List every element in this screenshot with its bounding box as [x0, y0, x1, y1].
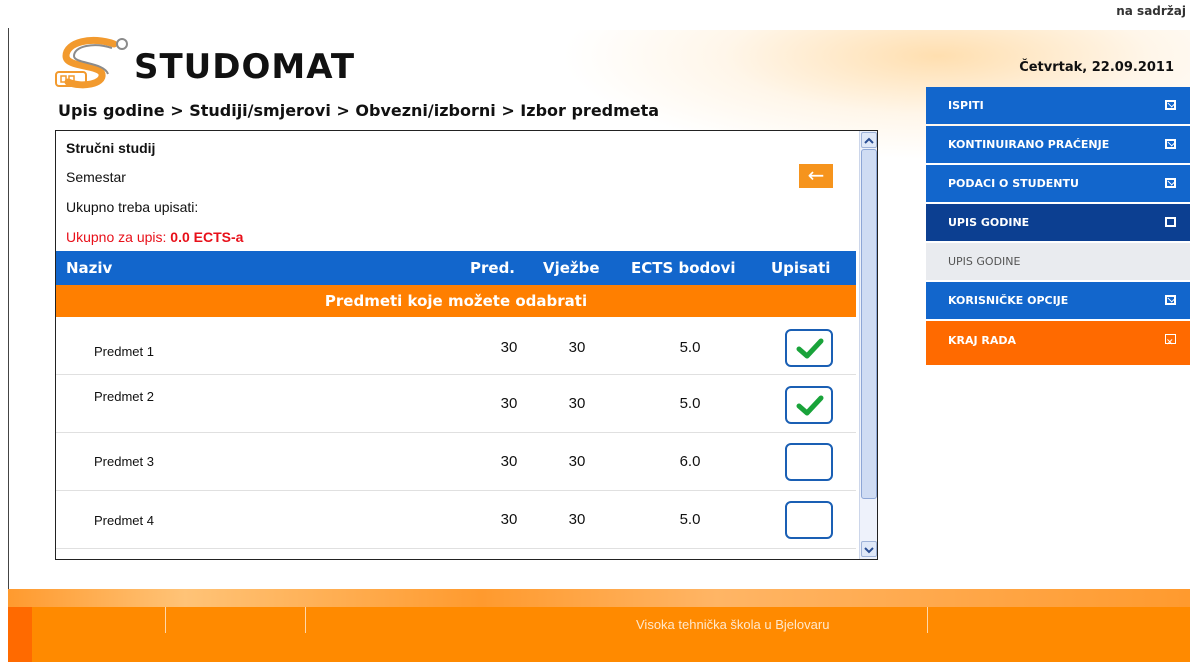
footer-divider — [305, 607, 306, 633]
close-icon — [1165, 323, 1176, 363]
table-row: Predmet 1 30 30 5.0 — [56, 317, 856, 375]
column-name-header: Naziv — [66, 259, 113, 277]
arrow-left-icon: ← — [807, 163, 825, 187]
current-date: Četvrtak, 22.09.2011 — [1019, 60, 1174, 75]
total-required-label: Ukupno treba upisati: — [66, 199, 199, 215]
lectures-hours: 30 — [500, 339, 518, 356]
study-type-label: Stručni studij — [66, 140, 156, 156]
menu-item-kraj-rada[interactable]: KRAJ RADA — [926, 321, 1190, 365]
menu-item-podaci-o-studentu[interactable]: PODACI O STUDENTU — [926, 165, 1190, 202]
menu-item-label: UPIS GODINE — [948, 255, 1021, 268]
scroll-thumb[interactable] — [861, 149, 877, 499]
scroll-up-button[interactable] — [861, 132, 877, 148]
lectures-hours: 30 — [500, 453, 518, 470]
menu-item-ispiti[interactable]: ISPITI — [926, 87, 1190, 124]
course-name: Predmet 4 — [94, 513, 154, 528]
lectures-hours: 30 — [500, 395, 518, 412]
exercise-hours: 30 — [568, 339, 586, 356]
menu-item-label: PODACI O STUDENTU — [948, 177, 1079, 190]
menu-item-upis-godine[interactable]: UPIS GODINE — [926, 204, 1190, 241]
exercise-hours: 30 — [568, 511, 586, 528]
chevron-up-icon — [864, 137, 874, 144]
ects-points: 5.0 — [679, 511, 701, 528]
ects-points: 5.0 — [679, 395, 701, 412]
expand-icon — [1165, 295, 1176, 305]
ects-points: 6.0 — [679, 453, 701, 470]
table-row: Predmet 3 30 30 6.0 — [56, 433, 856, 491]
enroll-checkbox[interactable] — [785, 386, 833, 424]
expand-icon — [1165, 100, 1176, 110]
expand-icon — [1165, 178, 1176, 188]
total-enroll-label: Ukupno za upis: — [66, 229, 167, 245]
vertical-scrollbar[interactable] — [859, 131, 877, 559]
menu-item-kontinuirano-pracenje[interactable]: KONTINUIRANO PRAĆENJE — [926, 126, 1190, 163]
footer-divider — [927, 607, 928, 633]
menu-item-label: UPIS GODINE — [948, 216, 1030, 229]
footer-divider — [165, 607, 166, 633]
collapse-icon — [1165, 217, 1176, 227]
total-enroll-line: Ukupno za upis: 0.0 ECTS-a — [66, 229, 243, 245]
checkmark-icon — [796, 338, 824, 359]
footer-accent — [8, 607, 32, 662]
total-enroll-value: 0.0 ECTS-a — [170, 229, 244, 245]
chevron-down-icon — [864, 547, 874, 554]
lectures-hours: 30 — [500, 511, 518, 528]
enroll-checkbox[interactable] — [785, 443, 833, 481]
back-button[interactable]: ← — [799, 164, 833, 188]
studomat-logo: STUDOMAT — [55, 36, 355, 89]
footer-institution-name: Visoka tehnička škola u Bjelovaru — [636, 617, 830, 632]
menu-item-label: ISPITI — [948, 99, 984, 112]
submenu-item-upis-godine[interactable]: UPIS GODINE — [926, 243, 1190, 280]
enroll-checkbox[interactable] — [785, 501, 833, 539]
table-header: Naziv Pred. Vježbe ECTS bodovi Upisati — [56, 251, 856, 285]
table-row: Predmet 4 30 30 5.0 — [56, 491, 856, 549]
side-menu: ISPITI KONTINUIRANO PRAĆENJE PODACI O ST… — [926, 87, 1190, 367]
column-ects-header: ECTS bodovi — [631, 259, 736, 277]
footer — [8, 607, 1190, 662]
column-exercises-header: Vježbe — [543, 259, 600, 277]
exercise-hours: 30 — [568, 395, 586, 412]
column-lectures-header: Pred. — [470, 259, 515, 277]
checkmark-icon — [796, 395, 824, 416]
skip-to-content-link[interactable]: na sadržaj — [1116, 4, 1186, 18]
logo-text: STUDOMAT — [134, 47, 355, 87]
menu-item-korisnicke-opcije[interactable]: KORISNIČKE OPCIJE — [926, 282, 1190, 319]
expand-icon — [1165, 139, 1176, 149]
breadcrumb: Upis godine > Studiji/smjerovi > Obvezni… — [58, 101, 660, 120]
column-enroll-header: Upisati — [771, 259, 831, 277]
selectable-courses-group-header: Predmeti koje možete odabrati — [56, 285, 856, 317]
ects-points: 5.0 — [679, 339, 701, 356]
semester-label: Semestar — [66, 169, 126, 185]
course-name: Predmet 2 — [94, 389, 154, 404]
footer-gradient-strip — [8, 589, 1190, 607]
menu-item-label: KONTINUIRANO PRAĆENJE — [948, 138, 1110, 151]
course-selection-panel: Stručni studij Semestar Ukupno treba upi… — [55, 130, 878, 560]
scroll-down-button[interactable] — [861, 541, 877, 557]
menu-item-label: KRAJ RADA — [948, 334, 1017, 347]
table-row: Predmet 2 30 30 5.0 — [56, 375, 856, 433]
exercise-hours: 30 — [568, 453, 586, 470]
course-name: Predmet 1 — [94, 344, 154, 359]
enroll-checkbox[interactable] — [785, 329, 833, 367]
menu-item-label: KORISNIČKE OPCIJE — [948, 294, 1069, 307]
course-name: Predmet 3 — [94, 454, 154, 469]
